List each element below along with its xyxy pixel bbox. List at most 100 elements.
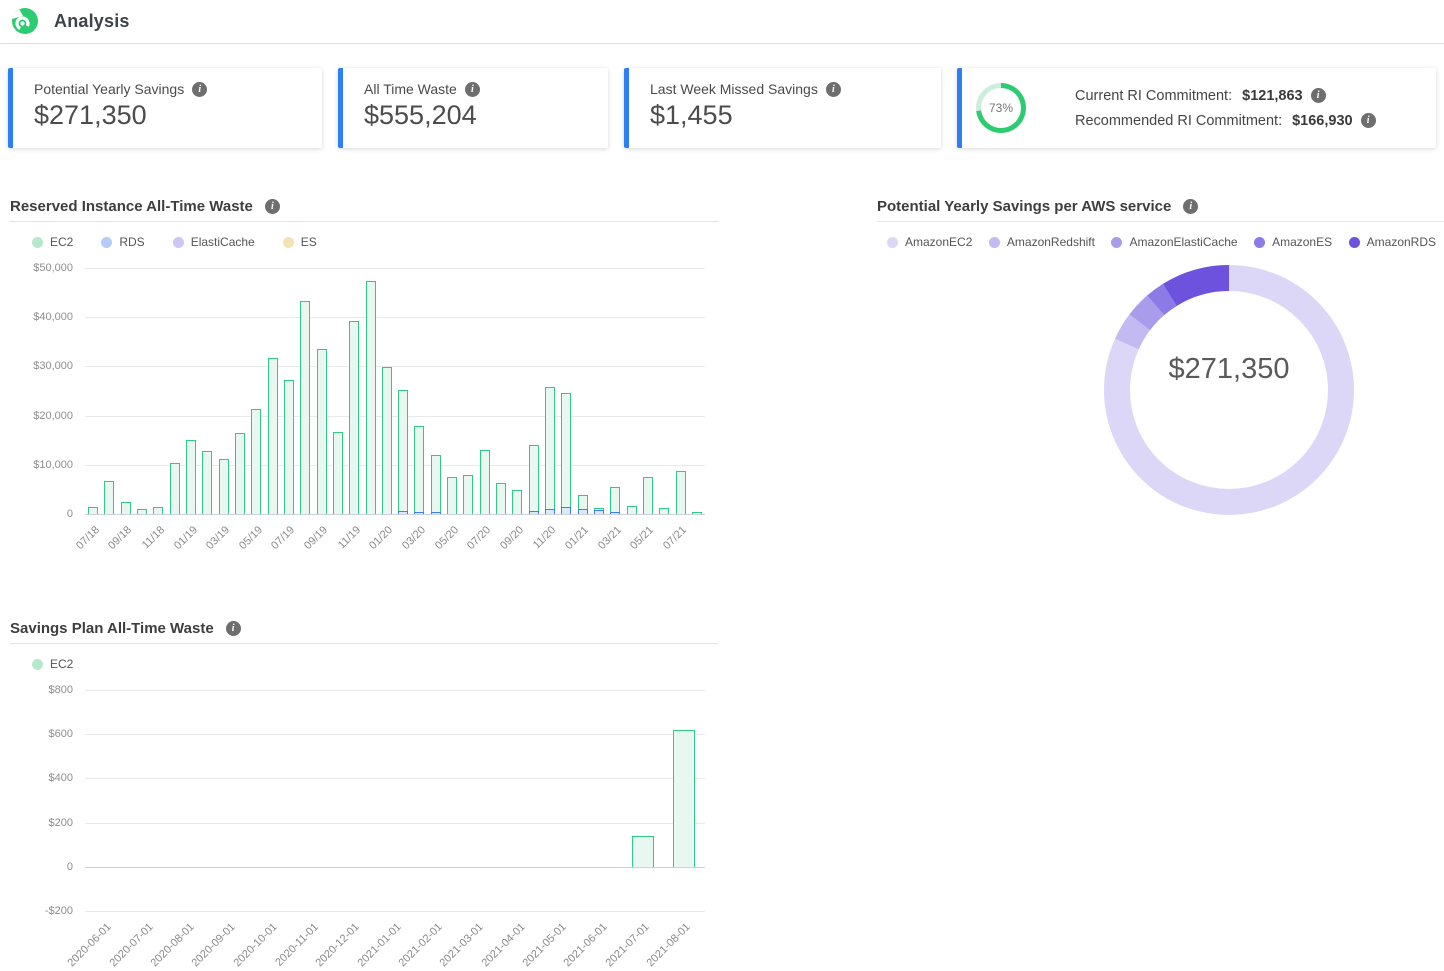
x-axis-tick: 2021-06-01 (562, 921, 610, 969)
divider (877, 221, 1444, 222)
bar-EC2-11/18[interactable] (153, 507, 163, 514)
card-value: $1,455 (650, 100, 941, 131)
bar-EC2-07/21[interactable] (676, 471, 686, 514)
bar-EC2-06/19[interactable] (268, 358, 278, 514)
row-label: Recommended RI Commitment: (1075, 113, 1282, 129)
card-label: Potential Yearly Savings (34, 81, 184, 97)
legend-dot-icon (101, 237, 112, 248)
legend-label: ES (301, 235, 317, 249)
bar-EC2-2021-07-01[interactable] (632, 836, 654, 867)
legend-item-ES[interactable]: ES (283, 235, 317, 249)
panel-title: Potential Yearly Savings per AWS service (877, 198, 1171, 215)
legend-item-ElastiCache[interactable]: ElastiCache (173, 235, 255, 249)
x-axis-tick: 11/18 (140, 524, 167, 551)
bar-EC2-05/19[interactable] (251, 409, 261, 514)
legend-item-AmazonRedshift[interactable]: AmazonRedshift (989, 235, 1095, 249)
bar-EC2-01/21[interactable] (578, 495, 588, 509)
bar-EC2-04/19[interactable] (235, 433, 245, 514)
bar-EC2-03/21[interactable] (610, 487, 620, 511)
legend-item-EC2[interactable]: EC2 (32, 235, 73, 249)
bar-EC2-11/20[interactable] (545, 387, 555, 509)
bar-EC2-12/18[interactable] (170, 463, 180, 514)
bar-EC2-08/18[interactable] (104, 481, 114, 514)
info-icon[interactable]: i (265, 199, 280, 214)
legend-dot-icon (32, 659, 43, 670)
card-potential-yearly-savings: Potential Yearly Savings i $271,350 (8, 68, 322, 148)
current-ri-commitment-row: Current RI Commitment: $121,863 i (1075, 88, 1376, 104)
bar-EC2-2021-08-01[interactable] (673, 730, 695, 867)
x-axis-tick: 11/19 (335, 524, 362, 551)
header: Analysis (0, 0, 1444, 44)
x-axis-tick: 2021-03-01 (438, 921, 486, 969)
gridline (85, 317, 705, 318)
y-axis-tick: -$200 (45, 905, 73, 917)
bar-EC2-03/20[interactable] (414, 426, 424, 511)
bar-EC2-01/20[interactable] (382, 367, 392, 514)
bar-EC2-05/21[interactable] (643, 477, 653, 514)
y-axis-tick: $400 (49, 772, 73, 784)
info-icon[interactable]: i (826, 82, 841, 97)
bar-EC2-08/20[interactable] (496, 483, 506, 514)
bar-EC2-04/21[interactable] (627, 506, 637, 514)
info-icon[interactable]: i (465, 82, 480, 97)
bar-EC2-02/19[interactable] (202, 451, 212, 514)
sp-chart-legend: EC2 (32, 656, 718, 672)
y-axis-tick: $30,000 (33, 360, 73, 372)
app-logo-icon[interactable] (10, 7, 40, 37)
y-axis-tick: $40,000 (33, 311, 73, 323)
x-axis-tick: 01/21 (563, 524, 591, 552)
legend-label: ElastiCache (191, 235, 255, 249)
bar-EC2-10/19[interactable] (333, 432, 343, 514)
bar-EC2-06/20[interactable] (463, 475, 473, 514)
gridline (85, 268, 705, 269)
info-icon[interactable]: i (1361, 113, 1376, 128)
ri-chart-plot: 0$10,000$20,000$30,000$40,000$50,000 (85, 268, 705, 514)
legend-label: RDS (119, 235, 144, 249)
bar-EC2-12/19[interactable] (366, 281, 376, 514)
info-icon[interactable]: i (1183, 199, 1198, 214)
bar-EC2-08/19[interactable] (300, 301, 310, 514)
divider (10, 643, 718, 644)
x-axis-tick: 2021-01-01 (355, 921, 403, 969)
legend-dot-icon (1111, 237, 1122, 248)
legend-item-AmazonElastiCache[interactable]: AmazonElastiCache (1111, 235, 1237, 249)
bar-EC2-10/20[interactable] (529, 445, 539, 510)
bar-EC2-07/19[interactable] (284, 380, 294, 514)
card-value: $271,350 (34, 100, 322, 131)
x-axis-tick: 03/21 (596, 524, 624, 552)
legend-item-AmazonRDS[interactable]: AmazonRDS (1349, 235, 1436, 249)
bar-EC2-09/18[interactable] (121, 502, 131, 514)
bar-EC2-02/21[interactable] (594, 508, 604, 510)
bar-EC2-04/20[interactable] (431, 455, 441, 511)
sp-waste-bar-chart: EC2 -$2000$200$400$600$800 2020-06-01202… (10, 656, 718, 971)
bar-EC2-03/19[interactable] (219, 459, 229, 514)
legend-item-EC2[interactable]: EC2 (32, 657, 73, 671)
info-icon[interactable]: i (192, 82, 207, 97)
y-axis-tick: $200 (49, 817, 73, 829)
bar-EC2-07/20[interactable] (480, 450, 490, 514)
bar-EC2-05/20[interactable] (447, 477, 457, 514)
sp-chart-x-axis: 2020-06-012020-07-012020-08-012020-09-01… (85, 911, 705, 971)
bar-EC2-11/19[interactable] (349, 321, 359, 514)
bar-RDS-12/20[interactable] (561, 507, 571, 514)
bar-EC2-07/18[interactable] (88, 507, 98, 514)
info-icon[interactable]: i (1311, 88, 1326, 103)
x-axis-tick: 05/21 (628, 524, 656, 552)
legend-item-AmazonES[interactable]: AmazonES (1254, 235, 1332, 249)
panel-savings-per-service: Potential Yearly Savings per AWS service… (877, 198, 1444, 516)
page-title: Analysis (54, 11, 130, 32)
bar-EC2-12/20[interactable] (561, 393, 571, 508)
panel-ri-all-time-waste: Reserved Instance All-Time Waste i EC2RD… (10, 198, 718, 572)
bar-EC2-02/20[interactable] (398, 390, 408, 511)
bar-EC2-01/19[interactable] (186, 440, 196, 514)
card-all-time-waste: All Time Waste i $555,204 (338, 68, 608, 148)
sp-chart-plot: -$2000$200$400$600$800 (85, 690, 705, 911)
bar-EC2-09/20[interactable] (512, 490, 522, 514)
info-icon[interactable]: i (226, 621, 241, 636)
legend-item-RDS[interactable]: RDS (101, 235, 144, 249)
legend-label: AmazonES (1272, 235, 1332, 249)
x-axis-tick: 2020-07-01 (107, 921, 155, 969)
bar-EC2-09/19[interactable] (317, 349, 327, 514)
legend-item-AmazonEC2[interactable]: AmazonEC2 (887, 235, 972, 249)
gridline (85, 778, 705, 779)
